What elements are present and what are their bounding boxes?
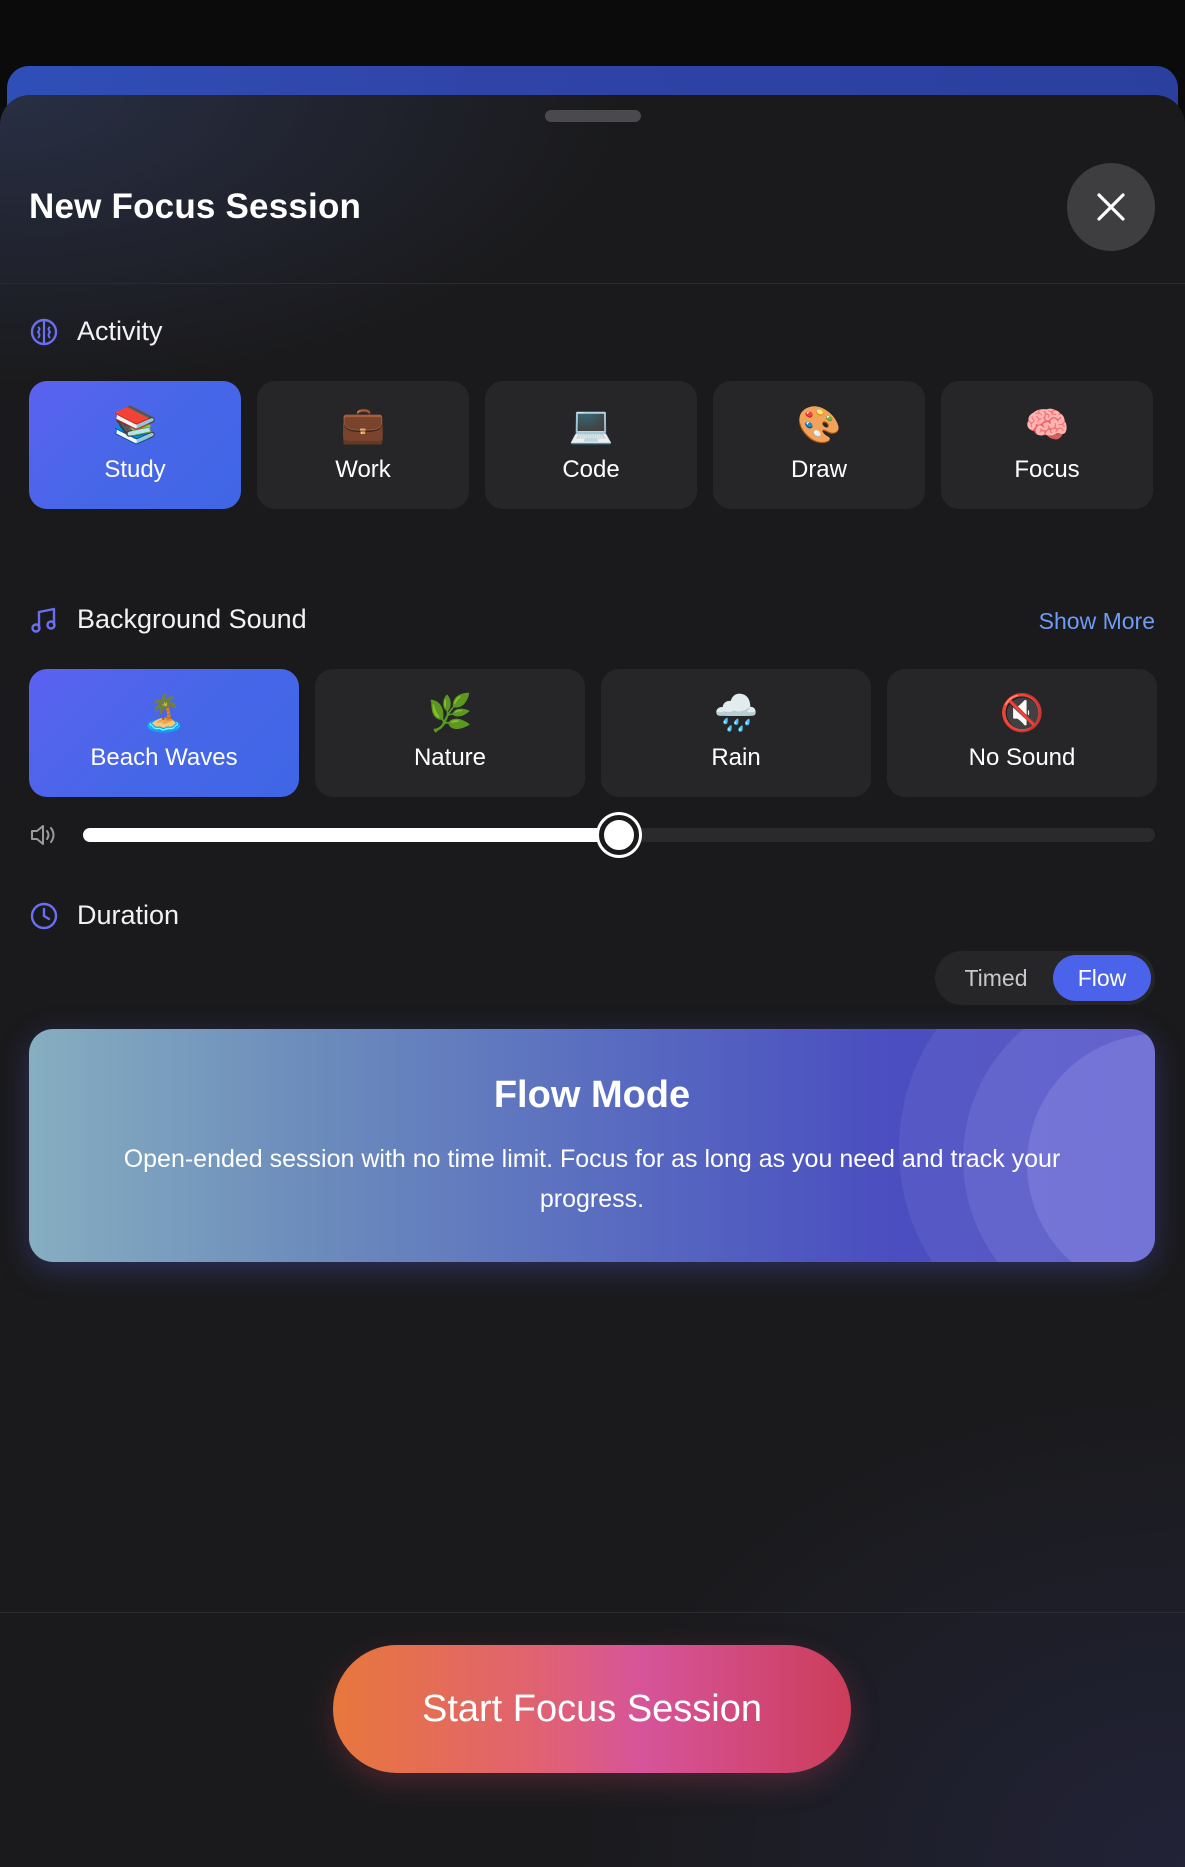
show-more-link[interactable]: Show More	[1039, 608, 1155, 635]
clock-icon	[30, 902, 58, 929]
flow-mode-title: Flow Mode	[493, 1074, 691, 1116]
activity-work-tile[interactable]: 💼 Work	[257, 381, 469, 509]
activity-options: 📚 Study 💼 Work 💻 Code 🎨 Draw 🧠 Focus	[29, 381, 1153, 509]
tile-label: Study	[104, 456, 166, 483]
tile-label: No Sound	[968, 744, 1076, 771]
timed-mode-option[interactable]: Timed	[939, 955, 1053, 1001]
sound-nature-tile[interactable]: 🌿 Nature	[315, 669, 585, 797]
music-note-icon	[31, 607, 56, 633]
sound-label: Background Sound	[77, 604, 307, 634]
duration-label: Duration	[77, 900, 180, 930]
activity-focus-tile[interactable]: 🧠 Focus	[941, 381, 1153, 509]
tile-label: Code	[562, 456, 620, 483]
rain-cloud-icon: 🌧️	[713, 693, 759, 734]
sound-none-tile[interactable]: 🔇 No Sound	[887, 669, 1157, 797]
activity-label: Activity	[77, 316, 163, 346]
muted-speaker-icon: 🔇	[999, 693, 1045, 734]
volume-slider-fill	[83, 828, 619, 842]
island-icon: 🏝️	[141, 693, 187, 734]
activity-section-label: Activity	[29, 316, 163, 347]
palette-icon: 🎨	[796, 405, 842, 446]
flow-mode-option[interactable]: Flow	[1053, 955, 1151, 1001]
briefcase-icon: 💼	[340, 405, 386, 446]
tile-label: Rain	[711, 744, 761, 771]
brain-outline-icon	[30, 318, 58, 345]
tile-label: Beach Waves	[90, 744, 238, 771]
sound-rain-tile[interactable]: 🌧️ Rain	[601, 669, 871, 797]
sound-beach-waves-tile[interactable]: 🏝️ Beach Waves	[29, 669, 299, 797]
footer-divider	[0, 1612, 1185, 1613]
volume-icon	[31, 825, 55, 845]
sound-section-label: Background Sound	[29, 604, 307, 635]
close-icon	[1097, 193, 1125, 221]
laptop-icon: 💻	[568, 405, 614, 446]
volume-slider-thumb[interactable]	[599, 815, 639, 855]
duration-mode-toggle: Timed Flow	[935, 951, 1155, 1005]
tile-label: Draw	[790, 456, 847, 483]
sheet-drag-handle[interactable]	[545, 110, 641, 122]
volume-slider-track[interactable]	[83, 815, 1155, 855]
sheet-title: New Focus Session	[29, 187, 362, 226]
new-session-sheet: New Focus Session Activity 📚 Study 💼 Wor…	[0, 95, 1185, 1867]
start-focus-session-button[interactable]: Start Focus Session	[333, 1645, 851, 1773]
activity-study-tile[interactable]: 📚 Study	[29, 381, 241, 509]
tile-label: Focus	[1014, 456, 1080, 483]
header-divider	[0, 283, 1185, 284]
flow-mode-card: Flow Mode Open-ended session with no tim…	[29, 1029, 1155, 1262]
activity-code-tile[interactable]: 💻 Code	[485, 381, 697, 509]
tile-label: Work	[335, 456, 391, 483]
activity-draw-tile[interactable]: 🎨 Draw	[713, 381, 925, 509]
brain-icon: 🧠	[1024, 405, 1070, 446]
herb-icon: 🌿	[427, 693, 473, 734]
duration-section-label: Duration	[29, 900, 179, 931]
flow-mode-description: Open-ended session with no time limit. F…	[123, 1145, 1061, 1213]
books-icon: 📚	[112, 405, 158, 446]
close-button[interactable]	[1067, 163, 1155, 251]
volume-control	[29, 815, 1155, 855]
tile-label: Nature	[413, 744, 487, 771]
sound-options: 🏝️ Beach Waves 🌿 Nature 🌧️ Rain 🔇 No Sou…	[29, 669, 1157, 797]
